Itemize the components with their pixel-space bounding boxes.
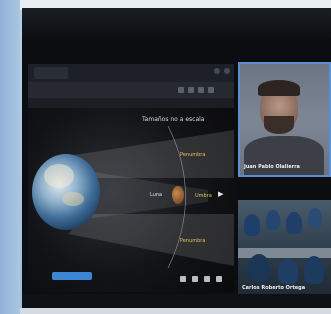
media-control-icon[interactable] bbox=[216, 276, 222, 282]
browser-tab-icon[interactable] bbox=[188, 87, 194, 93]
shared-screen: Tamaños no a escala Luna Penumbra Penumb… bbox=[28, 64, 234, 292]
participant-tile-classroom[interactable]: Carlos Roberto Ortega bbox=[238, 200, 331, 295]
participant-beard bbox=[264, 116, 294, 134]
earth-cloud bbox=[62, 192, 84, 206]
browser-toolbar bbox=[28, 82, 234, 98]
student-figure bbox=[304, 256, 324, 284]
moon-image bbox=[172, 186, 184, 204]
umbra-label: Umbra bbox=[195, 193, 212, 199]
penumbra-top-label: Penumbra bbox=[180, 152, 206, 158]
window-control-icon[interactable] bbox=[224, 68, 230, 74]
student-figure bbox=[266, 210, 280, 230]
browser-tab-icon[interactable] bbox=[208, 87, 214, 93]
earth-image bbox=[32, 154, 100, 230]
student-figure bbox=[308, 208, 322, 228]
participant-tile-speaker[interactable]: Juan Pablo Olalierra bbox=[238, 62, 331, 177]
student-figure bbox=[248, 254, 270, 282]
window-control-icon[interactable] bbox=[214, 68, 220, 74]
penumbra-bottom-cone bbox=[68, 214, 234, 266]
participant-name: Carlos Roberto Ortega bbox=[242, 285, 306, 291]
penumbra-bottom-label: Penumbra bbox=[180, 238, 206, 244]
media-control-icon[interactable] bbox=[204, 276, 210, 282]
browser-tab[interactable] bbox=[34, 67, 68, 79]
arrow-right-icon: ▶ bbox=[218, 190, 224, 198]
browser-tab-icon[interactable] bbox=[178, 87, 184, 93]
luna-label: Luna bbox=[150, 192, 163, 198]
slide-title: Tamaños no a escala bbox=[142, 116, 205, 123]
media-control-icon[interactable] bbox=[180, 276, 186, 282]
bookmarks-bar bbox=[28, 98, 234, 108]
earth-cloud bbox=[44, 164, 74, 188]
browser-tab-icon[interactable] bbox=[198, 87, 204, 93]
eclipse-slide: Tamaños no a escala Luna Penumbra Penumb… bbox=[28, 108, 234, 292]
participant-hair bbox=[258, 80, 300, 96]
student-figure bbox=[286, 212, 302, 234]
call-top-bar bbox=[22, 8, 331, 38]
media-controls bbox=[160, 276, 234, 282]
taskbar bbox=[22, 294, 331, 308]
monitor-bezel bbox=[0, 0, 20, 314]
bottom-frame bbox=[20, 308, 331, 314]
monitor-photo: Tamaños no a escala Luna Penumbra Penumb… bbox=[0, 0, 331, 314]
student-figure bbox=[278, 258, 298, 284]
browser-tab-bar bbox=[28, 64, 234, 82]
slide-button[interactable] bbox=[52, 272, 92, 280]
media-control-icon[interactable] bbox=[192, 276, 198, 282]
participant-name: Juan Pablo Olalierra bbox=[244, 164, 300, 170]
student-figure bbox=[244, 214, 260, 236]
